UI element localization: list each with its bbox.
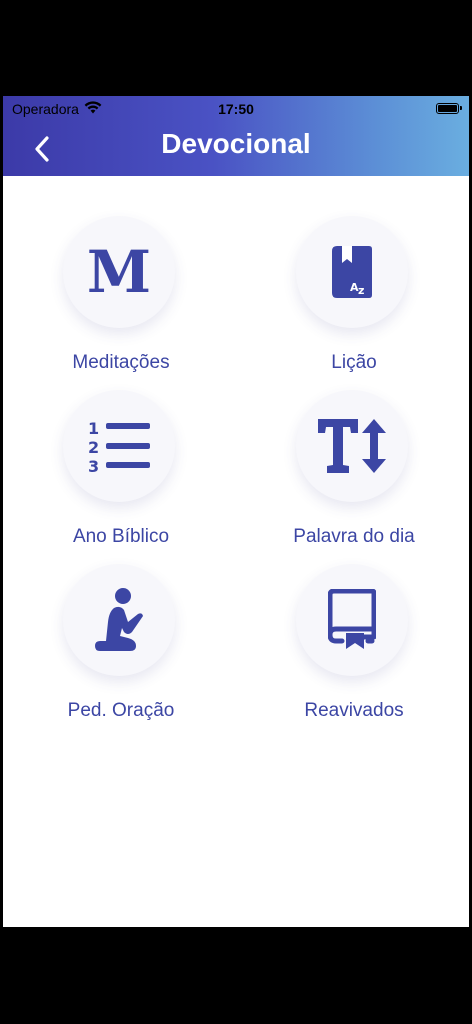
- menu-item-label: Reavivados: [304, 700, 404, 721]
- svg-text:1: 1: [88, 419, 99, 438]
- app-screen: Operadora 17:50 Devocional M Meditações …: [3, 96, 469, 927]
- icon-circle: [63, 564, 175, 676]
- svg-text:3: 3: [88, 457, 99, 474]
- menu-item-ano-biblico[interactable]: 1 2 3 Ano Bíblico: [21, 390, 221, 550]
- menu-item-reavivados[interactable]: Reavivados: [254, 564, 454, 724]
- icon-circle: 1 2 3: [63, 390, 175, 502]
- clock: 17:50: [218, 101, 254, 117]
- status-bar: Operadora 17:50: [3, 96, 469, 122]
- numbered-list-icon: 1 2 3: [88, 419, 150, 474]
- text-height-icon: [318, 419, 386, 473]
- menu-item-label: Palavra do dia: [293, 526, 415, 547]
- menu-item-palavra-do-dia[interactable]: Palavra do dia: [254, 390, 454, 550]
- menu-item-licao[interactable]: A z Lição: [254, 216, 454, 376]
- menu-item-label: Ped. Oração: [67, 700, 175, 721]
- battery-icon: [436, 103, 462, 114]
- letter-m-icon: M: [89, 244, 149, 300]
- page-title: Devocional: [161, 128, 311, 159]
- svg-text:2: 2: [88, 438, 99, 457]
- praying-person-icon: [95, 588, 143, 651]
- bookmark-book-icon: [328, 589, 376, 649]
- header: Operadora 17:50 Devocional: [3, 96, 469, 176]
- menu-item-label: Lição: [331, 352, 377, 373]
- icon-circle: M: [63, 216, 175, 328]
- icon-circle: [296, 564, 408, 676]
- menu-item-meditacoes[interactable]: M Meditações: [21, 216, 221, 376]
- svg-text:z: z: [358, 284, 364, 297]
- book-az-icon: A z: [332, 246, 372, 298]
- svg-text:M: M: [89, 244, 149, 300]
- icon-circle: A z: [296, 216, 408, 328]
- menu-item-ped-oracao[interactable]: Ped. Oração: [21, 564, 221, 724]
- menu-item-label: Ano Bíblico: [72, 526, 170, 547]
- icon-circle: [296, 390, 408, 502]
- menu-item-label: Meditações: [72, 352, 170, 373]
